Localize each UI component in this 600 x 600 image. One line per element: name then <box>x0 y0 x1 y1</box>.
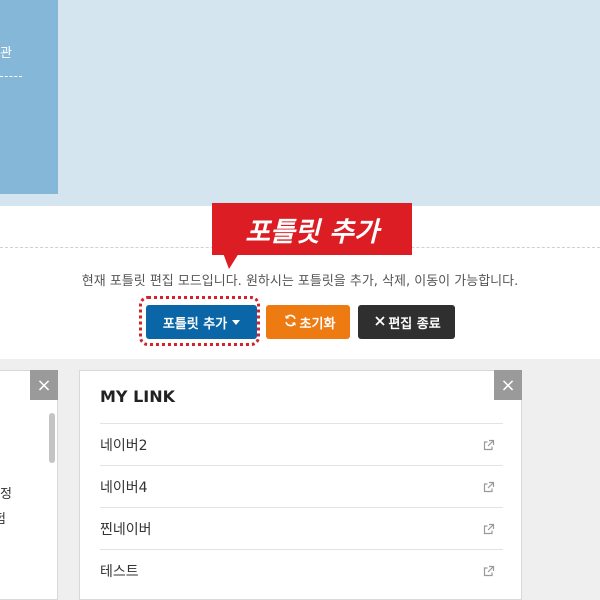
left-card-close-button[interactable]: × <box>30 370 58 400</box>
end-edit-label: 편집 종료 <box>388 316 441 332</box>
callout-tail <box>223 253 239 269</box>
left-card-text: 정 <box>0 487 12 502</box>
highlight-ring <box>139 296 260 346</box>
left-portlet-panel: 관 <box>0 0 58 194</box>
top-banner-area <box>0 0 600 206</box>
mylink-close-button[interactable]: × <box>494 370 522 400</box>
mylink-card: MY LINK 네이버2 네이버4 찐네이버 테스트 <box>79 370 522 600</box>
left-panel-divider <box>0 76 22 77</box>
link-item[interactable]: 찐네이버 <box>100 507 503 549</box>
link-label: 테스트 <box>100 563 139 580</box>
end-edit-button[interactable]: 편집 종료 <box>358 305 455 339</box>
left-card-text: 험 <box>0 512 6 527</box>
link-label: 네이버4 <box>100 479 148 496</box>
link-item[interactable]: 테스트 <box>100 549 503 591</box>
external-link-icon <box>483 481 495 492</box>
left-card-scrollbar[interactable] <box>49 413 55 463</box>
reset-button[interactable]: 초기화 <box>266 305 350 339</box>
reset-label: 초기화 <box>299 316 336 332</box>
mylink-title: MY LINK <box>100 387 176 406</box>
link-item[interactable]: 네이버4 <box>100 465 503 507</box>
external-link-icon <box>483 439 495 450</box>
link-label: 네이버2 <box>100 437 148 454</box>
close-icon <box>375 315 385 330</box>
left-panel-label: 관 <box>0 46 12 61</box>
external-link-icon <box>483 565 495 576</box>
edit-mode-notice: 현재 포틀릿 편집 모드입니다. 원하시는 포틀릿을 추가, 삭제, 이동이 가… <box>81 274 519 289</box>
refresh-icon <box>284 314 297 331</box>
mylink-list: 네이버2 네이버4 찐네이버 테스트 <box>100 423 503 591</box>
external-link-icon <box>483 523 495 534</box>
callout-banner: 포틀릿 추가 <box>212 203 412 255</box>
link-label: 찐네이버 <box>100 521 152 538</box>
link-item[interactable]: 네이버2 <box>100 423 503 465</box>
